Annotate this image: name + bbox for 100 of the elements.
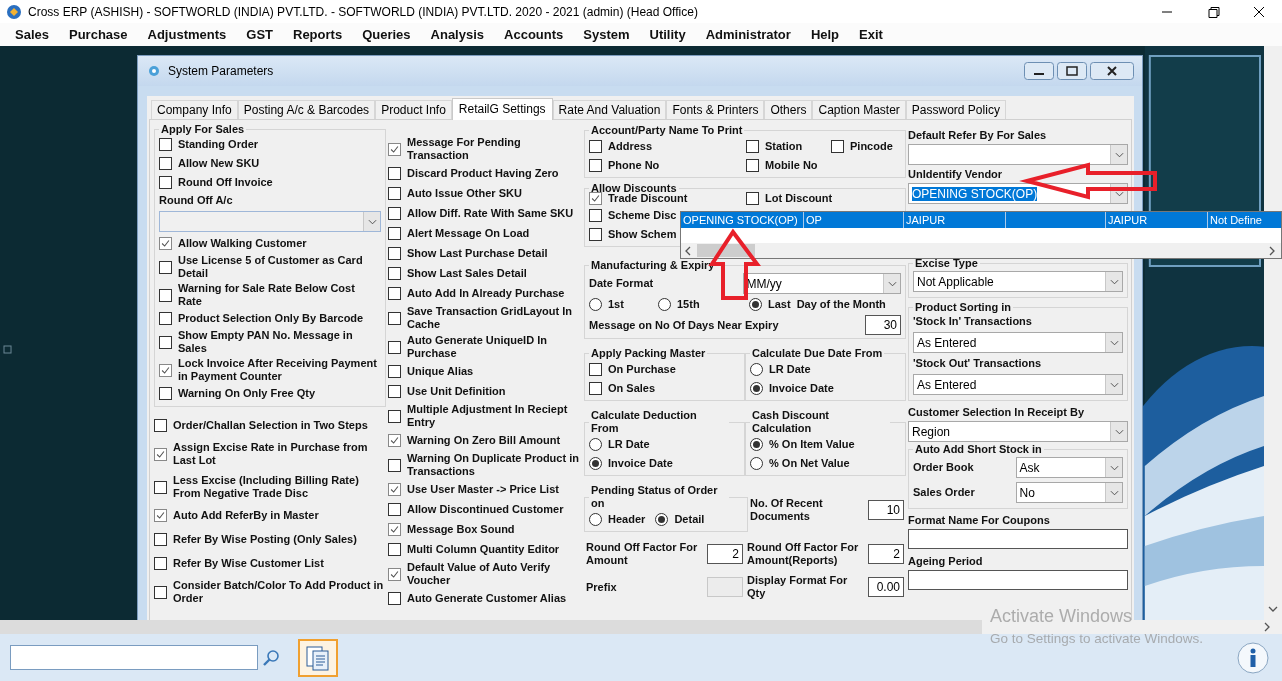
tab[interactable]: Caption Master [812,100,906,119]
radio-button[interactable] [750,382,763,395]
checkbox[interactable] [589,140,602,153]
checkbox[interactable] [154,533,167,546]
checkbox[interactable] [154,447,167,461]
input-field[interactable] [908,529,1128,549]
menu-item[interactable]: System [573,27,640,42]
radio-button[interactable] [589,298,602,311]
tab[interactable]: Fonts & Printers [666,100,765,119]
close-icon[interactable] [1090,62,1134,80]
search-icon[interactable] [262,648,280,667]
checkbox[interactable] [154,557,167,570]
checkbox[interactable] [388,523,401,536]
checkbox[interactable] [589,209,602,222]
checkbox[interactable] [746,159,759,172]
checkbox[interactable] [159,363,172,377]
menu-item[interactable]: Adjustments [137,27,237,42]
checkbox[interactable] [159,157,172,170]
info-icon[interactable] [1236,640,1270,675]
scroll-left-icon[interactable] [685,245,691,256]
input-field[interactable]: 0.00 [868,577,904,597]
checkbox[interactable] [154,509,167,522]
dropdown[interactable]: Ask [1015,457,1123,478]
checkbox[interactable] [159,312,172,325]
horizontal-scrollbar[interactable] [0,620,1282,634]
radio-button[interactable] [750,438,763,451]
dropdown[interactable]: Region [908,421,1128,442]
list-row[interactable]: OPENING STOCK(OP) OP JAIPUR JAIPUR Not Define [681,212,1281,228]
menu-item[interactable]: GST [236,27,283,42]
checkbox[interactable] [159,260,172,274]
tab[interactable]: Rate And Valuation [552,100,667,119]
menu-item[interactable]: Administrator [695,27,801,42]
checkbox[interactable] [159,138,172,151]
checkbox[interactable] [154,585,167,599]
checkbox[interactable] [388,483,401,496]
checkbox[interactable] [388,340,401,354]
radio-button[interactable] [749,298,762,311]
input-field[interactable]: 2 [707,544,743,564]
dropdown[interactable]: OPENING STOCK(OP) [908,183,1128,204]
dropdown[interactable]: No [1015,482,1123,503]
checkbox[interactable] [388,567,401,581]
radio-button[interactable] [750,363,763,376]
dropdown[interactable]: As Entered [913,332,1123,353]
minimize-icon[interactable] [1024,62,1054,80]
checkbox[interactable] [388,187,401,200]
checkbox[interactable] [589,382,602,395]
checkbox[interactable] [159,237,172,250]
menu-item[interactable]: Purchase [59,27,138,42]
input-field[interactable]: 2 [868,544,904,564]
search-field[interactable] [10,645,258,670]
menu-item[interactable]: Accounts [494,27,574,42]
menu-item[interactable]: Analysis [420,27,495,42]
checkbox[interactable] [388,287,401,300]
checkbox[interactable] [746,140,759,153]
radio-button[interactable] [658,298,671,311]
input-field[interactable] [908,570,1128,590]
checkbox[interactable] [388,385,401,398]
checkbox[interactable] [388,543,401,556]
checkbox[interactable] [388,458,401,472]
radio-button[interactable] [655,513,669,526]
horizontal-scrollbar[interactable] [681,243,1281,258]
tab[interactable]: Others [764,100,813,119]
checkbox[interactable] [589,228,602,241]
checkbox[interactable] [388,142,401,156]
radio-button[interactable] [589,457,602,470]
checkbox[interactable] [159,176,172,189]
checkbox[interactable] [154,480,167,494]
scroll-down-icon[interactable] [1268,606,1278,612]
checkbox[interactable] [746,192,759,205]
scroll-right-icon[interactable] [1264,622,1270,632]
menu-item[interactable]: Help [800,27,850,42]
checkbox[interactable] [589,363,602,376]
checkbox[interactable] [159,335,172,349]
checkbox[interactable] [388,167,401,180]
tab[interactable]: Product Info [375,100,452,119]
radio-button[interactable] [750,457,763,470]
tab[interactable]: Password Policy [905,100,1006,119]
checkbox[interactable] [159,288,172,302]
menu-item[interactable]: Sales [5,27,59,42]
menu-item[interactable]: Queries [352,27,421,42]
tab[interactable]: RetailG Settings [451,98,553,120]
dropdown[interactable]: As Entered [913,374,1123,395]
checkbox[interactable] [388,207,401,220]
checkbox[interactable] [831,140,844,153]
checkbox[interactable] [589,192,602,205]
radio-button[interactable] [589,438,602,451]
dropdown[interactable]: Not Applicable [913,271,1123,292]
checkbox[interactable] [388,227,401,240]
checkbox[interactable] [388,503,401,516]
checkbox[interactable] [159,387,172,400]
checkbox[interactable] [589,159,602,172]
checkbox[interactable] [388,409,401,423]
tab[interactable]: Company Info [151,100,238,119]
checkbox[interactable] [388,267,401,280]
tab[interactable]: Posting A/c & Barcodes [237,100,376,119]
vertical-scrollbar[interactable] [1264,46,1282,620]
radio-button[interactable] [589,513,602,526]
maximize-icon[interactable] [1057,62,1087,80]
checkbox[interactable] [154,419,167,432]
checkbox[interactable] [388,311,401,325]
